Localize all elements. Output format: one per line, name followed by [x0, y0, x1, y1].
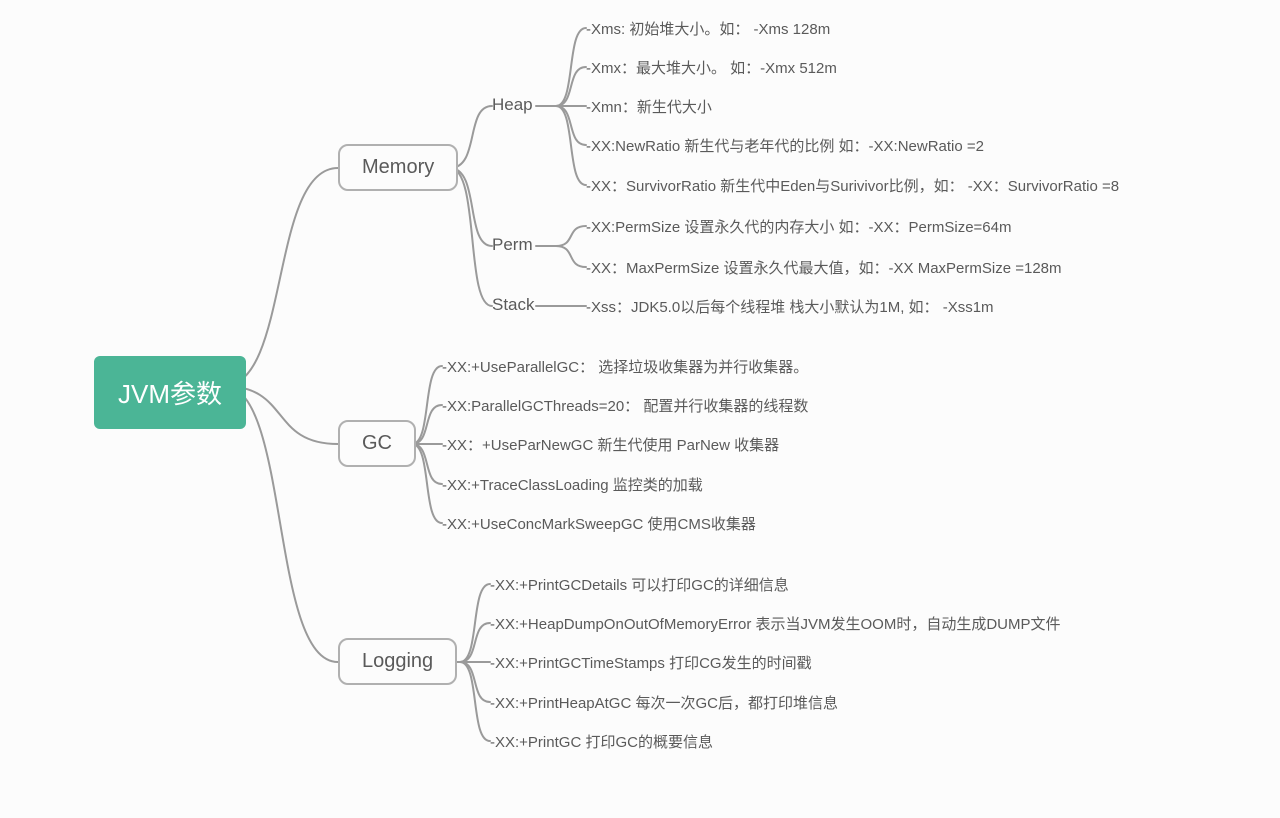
logging-node[interactable]: Logging [338, 638, 457, 685]
gc-node[interactable]: GC [338, 420, 416, 467]
heap-item: -XX:NewRatio 新生代与老年代的比例 如：-XX:NewRatio =… [586, 135, 984, 156]
memory-node[interactable]: Memory [338, 144, 458, 191]
gc-item: -XX:+UseParallelGC： 选择垃圾收集器为并行收集器。 [442, 356, 808, 377]
gc-item: -XX:+UseConcMarkSweepGC 使用CMS收集器 [442, 513, 756, 534]
logging-item: -XX:+PrintHeapAtGC 每次一次GC后，都打印堆信息 [490, 692, 838, 713]
perm-item: -XX：MaxPermSize 设置永久代最大值，如：-XX MaxPermSi… [586, 257, 1062, 278]
heap-item: -Xms: 初始堆大小。如： -Xms 128m [586, 18, 830, 39]
gc-item: -XX：+UseParNewGC 新生代使用 ParNew 收集器 [442, 434, 779, 455]
heap-item: -XX：SurvivorRatio 新生代中Eden与Surivivor比例，如… [586, 175, 1119, 196]
root-label: JVM参数 [118, 379, 222, 409]
logging-label: Logging [362, 650, 433, 672]
stack-node[interactable]: Stack [492, 295, 535, 315]
logging-item: -XX:+PrintGC 打印GC的概要信息 [490, 731, 713, 752]
gc-label: GC [362, 432, 392, 454]
heap-item: -Xmn：新生代大小 [586, 96, 712, 117]
logging-item: -XX:+HeapDumpOnOutOfMemoryError 表示当JVM发生… [490, 613, 1061, 634]
stack-label: Stack [492, 295, 535, 314]
logging-item: -XX:+PrintGCDetails 可以打印GC的详细信息 [490, 574, 789, 595]
heap-item: -Xmx：最大堆大小。 如：-Xmx 512m [586, 57, 837, 78]
root-node[interactable]: JVM参数 [94, 356, 246, 429]
perm-item: -XX:PermSize 设置永久代的内存大小 如：-XX：PermSize=6… [586, 216, 1012, 237]
gc-item: -XX:+TraceClassLoading 监控类的加载 [442, 474, 703, 495]
gc-item: -XX:ParallelGCThreads=20： 配置并行收集器的线程数 [442, 395, 808, 416]
perm-label: Perm [492, 235, 533, 254]
heap-node[interactable]: Heap [492, 95, 533, 115]
logging-item: -XX:+PrintGCTimeStamps 打印CG发生的时间戳 [490, 652, 812, 673]
stack-item: -Xss：JDK5.0以后每个线程堆 栈大小默认为1M, 如： -Xss1m [586, 296, 994, 317]
perm-node[interactable]: Perm [492, 235, 533, 255]
heap-label: Heap [492, 95, 533, 114]
memory-label: Memory [362, 156, 434, 178]
